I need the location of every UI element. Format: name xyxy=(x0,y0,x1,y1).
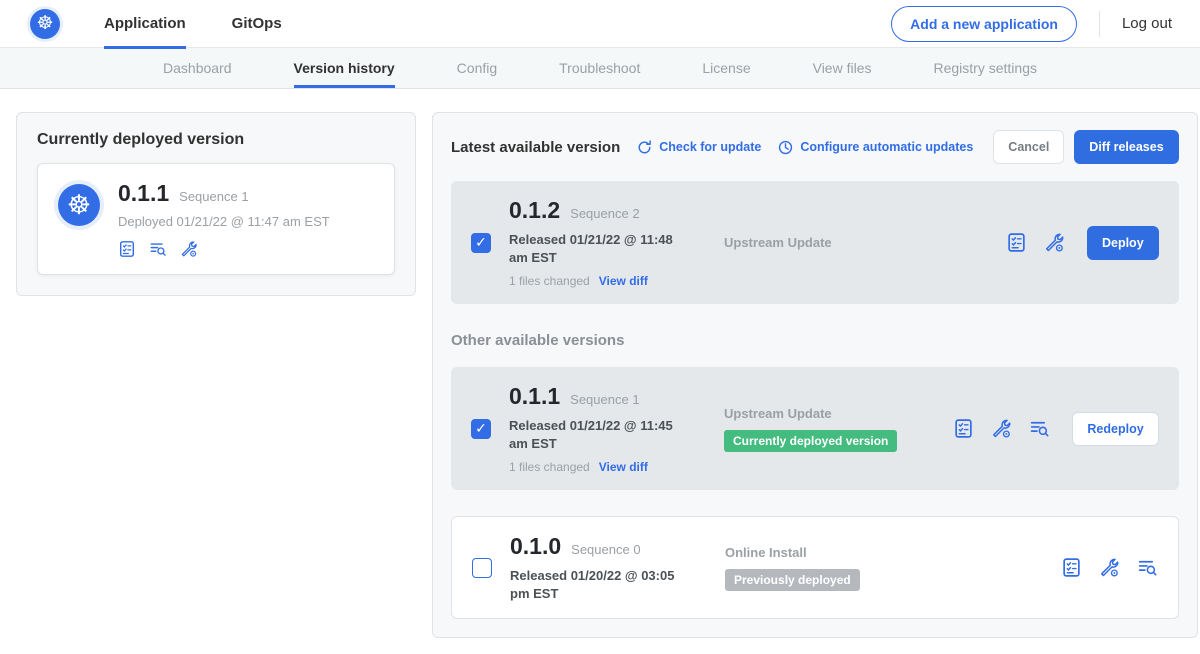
deployed-panel-title: Currently deployed version xyxy=(37,131,395,149)
navbar-right: Add a new application Log out xyxy=(891,6,1172,42)
top-navbar: ☸ Application GitOps Add a new applicati… xyxy=(0,0,1200,48)
version-source: Upstream Update xyxy=(724,235,1006,250)
previously-deployed-badge: Previously deployed xyxy=(725,569,860,591)
subnav-item-config[interactable]: Config xyxy=(457,48,497,88)
version-info: 0.1.2 Sequence 2 Released 01/21/22 @ 11:… xyxy=(509,197,724,288)
version-number: 0.1.2 xyxy=(509,197,560,224)
redeploy-button[interactable]: Redeploy xyxy=(1072,412,1158,446)
version-row: 0.1.0 Sequence 0 Released 01/20/22 @ 03:… xyxy=(451,516,1179,619)
deployed-version-info: 0.1.1 Sequence 1 Deployed 01/21/22 @ 11:… xyxy=(118,180,330,258)
version-number: 0.1.1 xyxy=(509,383,560,410)
configure-updates-link[interactable]: Configure automatic updates xyxy=(777,139,973,156)
release-notes-icon[interactable] xyxy=(1061,557,1082,578)
subnav-item-license[interactable]: License xyxy=(702,48,750,88)
deployed-date: Deployed 01/21/22 @ 11:47 am EST xyxy=(118,214,330,229)
cancel-button[interactable]: Cancel xyxy=(993,130,1064,164)
main-content: Currently deployed version ☸ 0.1.1 Seque… xyxy=(0,89,1200,654)
version-number: 0.1.0 xyxy=(510,533,561,560)
check-for-update-label: Check for update xyxy=(659,140,761,154)
deploy-logs-icon[interactable] xyxy=(1029,418,1050,439)
view-diff-link[interactable]: View diff xyxy=(599,274,648,288)
latest-version-header: Latest available version Check for updat… xyxy=(451,129,1179,165)
deploy-button[interactable]: Deploy xyxy=(1087,226,1159,260)
version-info: 0.1.1 Sequence 1 Released 01/21/22 @ 11:… xyxy=(509,383,724,474)
source-label: Upstream Update xyxy=(724,406,943,421)
refresh-icon xyxy=(636,139,653,156)
version-info: 0.1.0 Sequence 0 Released 01/20/22 @ 03:… xyxy=(510,533,725,602)
edit-config-icon[interactable] xyxy=(1099,557,1120,578)
edit-config-icon[interactable] xyxy=(991,418,1012,439)
diff-summary: 1 files changed View diff xyxy=(509,274,724,288)
primary-nav: Application GitOps xyxy=(104,0,328,48)
nav-tab-gitops[interactable]: GitOps xyxy=(232,0,282,48)
check-for-update-link[interactable]: Check for update xyxy=(636,139,761,156)
deploy-logs-icon[interactable] xyxy=(149,240,167,258)
currently-deployed-panel: Currently deployed version ☸ 0.1.1 Seque… xyxy=(16,112,416,296)
subnav-item-view-files[interactable]: View files xyxy=(813,48,872,88)
nav-tab-application[interactable]: Application xyxy=(104,0,186,48)
version-sequence: Sequence 1 xyxy=(570,392,639,407)
logout-link[interactable]: Log out xyxy=(1122,15,1172,32)
app-subnav: Dashboard Version history Config Trouble… xyxy=(0,48,1200,89)
release-date: Released 01/21/22 @ 11:48 am EST xyxy=(509,231,691,266)
files-changed-label: 1 files changed xyxy=(509,460,590,474)
version-actions xyxy=(1061,557,1158,578)
version-sequence: Sequence 0 xyxy=(571,542,640,557)
subnav-item-registry-settings[interactable]: Registry settings xyxy=(934,48,1037,88)
diff-releases-button[interactable]: Diff releases xyxy=(1074,130,1178,164)
deployed-version-card: ☸ 0.1.1 Sequence 1 Deployed 01/21/22 @ 1… xyxy=(37,163,395,275)
version-history-panel: Latest available version Check for updat… xyxy=(432,112,1198,638)
deployed-version-number: 0.1.1 xyxy=(118,180,169,207)
deployed-sequence-label: Sequence 1 xyxy=(179,189,248,204)
other-versions-heading: Other available versions xyxy=(451,332,1179,349)
version-source: Online Install Previously deployed xyxy=(725,545,1061,591)
subnav-item-dashboard[interactable]: Dashboard xyxy=(163,48,232,88)
latest-version-title: Latest available version xyxy=(451,139,620,156)
release-date: Released 01/20/22 @ 03:05 pm EST xyxy=(510,567,692,602)
app-logo-icon: ☸ xyxy=(58,184,100,226)
release-notes-icon[interactable] xyxy=(1006,232,1027,253)
version-actions: Deploy xyxy=(1006,226,1159,260)
edit-config-icon[interactable] xyxy=(180,240,198,258)
subnav-item-version-history[interactable]: Version history xyxy=(294,48,395,88)
version-select-checkbox[interactable] xyxy=(471,233,491,253)
release-date: Released 01/21/22 @ 11:45 am EST xyxy=(509,417,691,452)
version-source: Upstream Update Currently deployed versi… xyxy=(724,406,953,452)
source-label: Upstream Update xyxy=(724,235,996,250)
kubernetes-logo-icon[interactable]: ☸ xyxy=(30,9,60,39)
navbar-divider xyxy=(1099,11,1100,37)
currently-deployed-badge: Currently deployed version xyxy=(724,430,897,452)
clock-icon xyxy=(777,139,794,156)
add-application-button[interactable]: Add a new application xyxy=(891,6,1077,42)
edit-config-icon[interactable] xyxy=(1044,232,1065,253)
view-diff-link[interactable]: View diff xyxy=(599,460,648,474)
deploy-logs-icon[interactable] xyxy=(1137,557,1158,578)
source-label: Online Install xyxy=(725,545,1051,560)
deployed-action-icons xyxy=(118,240,330,258)
version-sequence: Sequence 2 xyxy=(570,206,639,221)
release-notes-icon[interactable] xyxy=(118,240,136,258)
configure-updates-label: Configure automatic updates xyxy=(800,140,973,154)
diff-summary: 1 files changed View diff xyxy=(509,460,724,474)
release-notes-icon[interactable] xyxy=(953,418,974,439)
files-changed-label: 1 files changed xyxy=(509,274,590,288)
version-row: 0.1.1 Sequence 1 Released 01/21/22 @ 11:… xyxy=(451,367,1179,490)
subnav-item-troubleshoot[interactable]: Troubleshoot xyxy=(559,48,640,88)
version-actions: Redeploy xyxy=(953,412,1158,446)
version-select-checkbox[interactable] xyxy=(471,419,491,439)
version-row: 0.1.2 Sequence 2 Released 01/21/22 @ 11:… xyxy=(451,181,1179,304)
version-select-checkbox[interactable] xyxy=(472,558,492,578)
